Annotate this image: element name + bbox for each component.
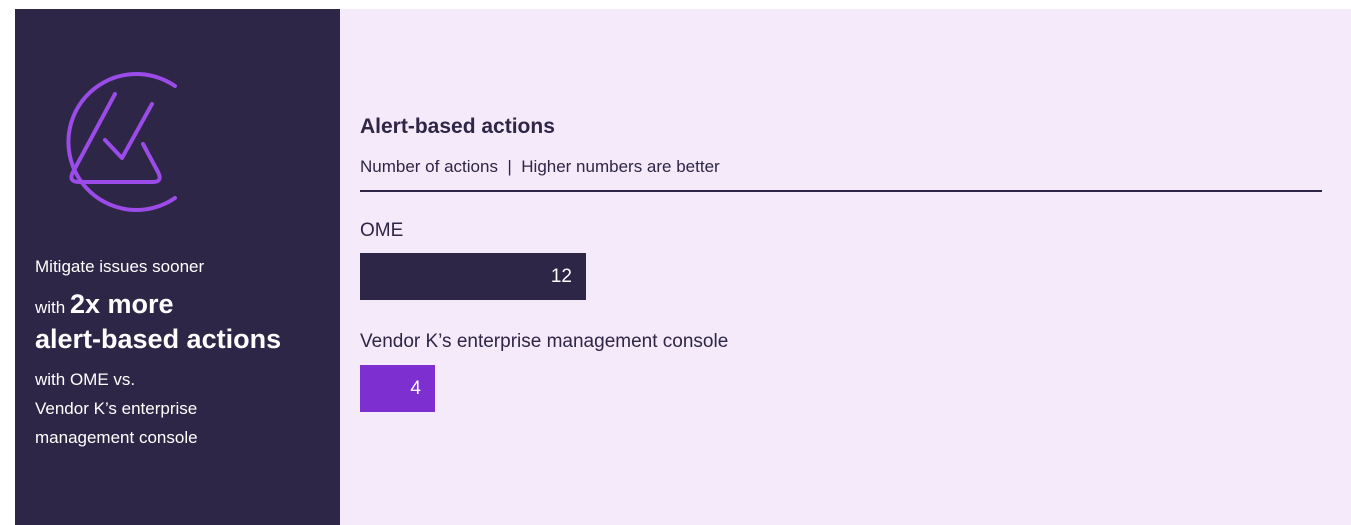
bar-value-ome: 12 [550, 265, 572, 287]
check-triangle-circle-icon [66, 72, 177, 212]
bar-vendor-k: 4 [360, 365, 435, 412]
headline-with: with [35, 298, 66, 317]
headline-highlight-2: alert-based actions [35, 324, 282, 354]
headline-lead: Mitigate issues sooner [35, 257, 205, 276]
headline-block: Mitigate issues sooner with 2x more aler… [35, 255, 335, 452]
headline-after-line: Vendor K’s enterprise [35, 399, 198, 418]
bar-ome: 12 [360, 253, 586, 300]
sidebar-panel: Mitigate issues sooner with 2x more aler… [15, 9, 340, 525]
bar-label-vendor-k: Vendor K’s enterprise management console [360, 331, 729, 352]
bar-value-vendor-k: 4 [410, 377, 421, 399]
chart-title: Alert-based actions [360, 115, 555, 138]
chart-subtitle: Number of actions | Higher numbers are b… [360, 157, 720, 176]
headline-highlight-row: with 2x more [35, 288, 335, 323]
chart-panel: Alert-based actions Number of actions | … [340, 9, 1351, 525]
headline-after: with OME vs. Vendor K’s enterprise manag… [35, 365, 335, 452]
title-divider [360, 190, 1322, 192]
headline-after-line: with OME vs. [35, 370, 136, 389]
headline-after-line: management console [35, 428, 198, 447]
bar-label-ome: OME [360, 220, 404, 241]
headline-highlight-1: 2x more [69, 289, 174, 319]
